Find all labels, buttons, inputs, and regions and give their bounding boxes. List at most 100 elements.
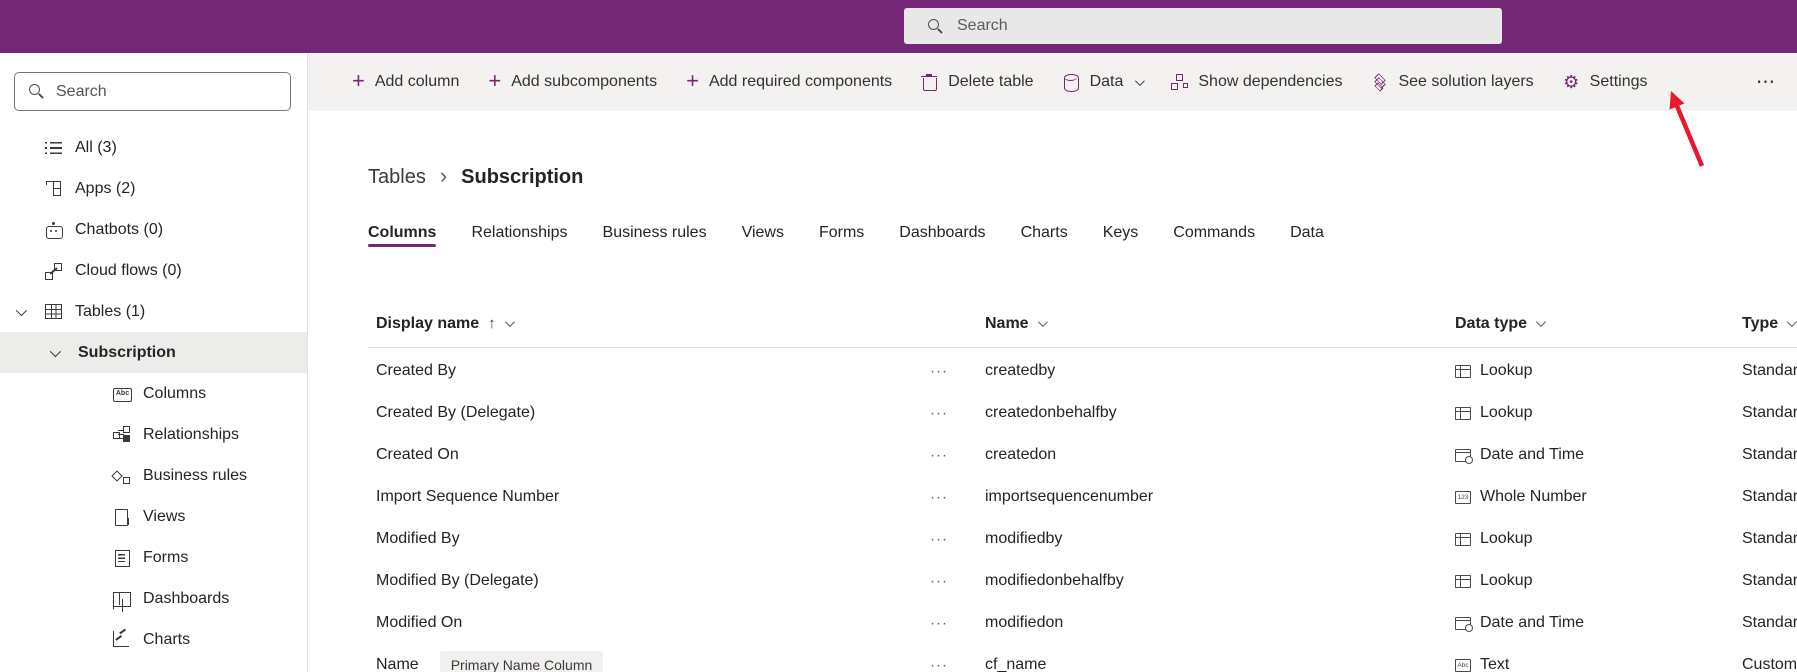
row-type: Standard [1742,362,1797,379]
header-type[interactable]: Type [1742,315,1797,333]
tree-item-label: Columns [143,384,207,402]
table-row[interactable]: Created By (Delegate) ··· createdonbehal… [368,392,1797,434]
table-row[interactable]: Modified By ··· modifiedby Lookup Standa… [368,518,1797,560]
see-solution-layers-button[interactable]: See solution layers [1371,73,1534,92]
sidebar-search-input[interactable]: Search [14,72,291,111]
text-column-icon [113,385,132,402]
row-more-button[interactable]: ··· [930,657,948,672]
tab-keys[interactable]: Keys [1103,223,1139,247]
row-type: Standard [1742,488,1797,505]
tab-dashboards[interactable]: Dashboards [899,223,985,247]
global-search-placeholder: Search [957,17,1008,34]
sidebar-search-placeholder: Search [56,82,107,100]
table-row[interactable]: Created On ··· createdon Date and Time S… [368,434,1797,476]
add-required-components-label: Add required components [708,73,893,90]
settings-button[interactable]: ⚙ Settings [1563,73,1648,91]
relationships-icon [113,426,130,443]
tree-item-business-rules[interactable]: Business rules [0,455,307,496]
data-dropdown-button[interactable]: Data [1063,73,1146,92]
tree-item-forms[interactable]: Forms [0,537,307,578]
tree-item-views[interactable]: Views [0,496,307,537]
tree-item-label: Charts [143,630,191,648]
columns-table-header: Display name ↑ Name Data type Type [368,300,1797,348]
chevron-down-icon[interactable] [49,345,62,358]
row-name: modifiedonbehalfby [985,572,1124,589]
show-dependencies-button[interactable]: Show dependencies [1171,73,1342,91]
apps-icon [45,180,62,197]
tree-item-subscription[interactable]: Subscription [0,332,307,373]
table-row[interactable]: Modified On ··· modifiedon Date and Time… [368,602,1797,644]
tree-item-relationships[interactable]: Relationships [0,414,307,455]
row-type: Standard [1742,572,1797,589]
chevron-down-icon [1787,317,1797,328]
tree-item-dashboards[interactable]: Dashboards [0,578,307,619]
row-data-type: Date and Time [1455,614,1584,632]
row-more-button[interactable]: ··· [930,531,948,548]
more-commands-button[interactable]: ⋯ [1756,71,1777,94]
row-more-button[interactable]: ··· [930,573,948,590]
row-more-button[interactable]: ··· [930,363,948,380]
tab-business-rules[interactable]: Business rules [603,223,707,247]
header-name[interactable]: Name [985,315,1048,333]
sidebar-item-apps[interactable]: Apps (2) [0,168,307,209]
row-type: Custom [1742,656,1797,672]
delete-table-button[interactable]: Delete table [921,73,1034,91]
row-display-name[interactable]: Modified On [376,614,462,632]
add-column-button[interactable]: + Add column [352,67,460,93]
charts-icon [113,631,130,648]
sidebar-item-label: Tables (1) [75,302,146,320]
global-search-input[interactable]: Search [904,8,1502,44]
tab-forms[interactable]: Forms [819,223,864,247]
row-more-button[interactable]: ··· [930,489,948,506]
sidebar-item-all[interactable]: All (3) [0,127,307,168]
tab-columns[interactable]: Columns [368,223,437,247]
table-row[interactable]: Import Sequence Number ··· importsequenc… [368,476,1797,518]
lookup-icon [1455,406,1471,420]
row-more-button[interactable]: ··· [930,615,948,632]
row-display-name[interactable]: Modified By [376,530,460,548]
row-display-name[interactable]: Import Sequence Number [376,488,559,506]
row-data-type: Lookup [1455,572,1533,590]
plus-icon: + [352,67,365,93]
row-display-name[interactable]: Created By (Delegate) [376,404,535,422]
tab-commands[interactable]: Commands [1173,223,1255,247]
row-type: Standard [1742,446,1797,463]
row-more-button[interactable]: ··· [930,405,948,422]
row-display-name[interactable]: Created By [376,362,456,380]
breadcrumb-tables-link[interactable]: Tables [368,166,426,189]
row-data-type: Date and Time [1455,446,1584,464]
tab-charts[interactable]: Charts [1021,223,1068,247]
tab-views[interactable]: Views [742,223,784,247]
add-column-label: Add column [374,73,460,90]
datetime-icon [1455,448,1473,464]
sidebar-item-tables[interactable]: Tables (1) [0,291,307,332]
table-row[interactable]: Created By ··· createdby Lookup Standard [368,350,1797,392]
row-display-name[interactable]: Created On [376,446,459,464]
tree-item-label: Subscription [78,343,176,361]
row-more-button[interactable]: ··· [930,447,948,464]
tab-data[interactable]: Data [1290,223,1324,247]
sort-ascending-icon: ↑ [488,315,496,332]
header-data-type[interactable]: Data type [1455,315,1546,333]
tree-item-label: Relationships [143,425,240,443]
views-icon [113,508,130,526]
sidebar-item-chatbots[interactable]: Chatbots (0) [0,209,307,250]
lookup-icon [1455,574,1471,588]
tab-relationships[interactable]: Relationships [471,223,567,247]
add-subcomponents-button[interactable]: + Add subcomponents [488,69,657,91]
tree-item-charts[interactable]: Charts [0,619,307,660]
sidebar-item-cloud-flows[interactable]: Cloud flows (0) [0,250,307,291]
see-solution-layers-label: See solution layers [1398,73,1534,90]
sidebar-item-label: Cloud flows (0) [75,261,182,279]
row-display-name[interactable]: Name Primary Name Column [376,651,604,672]
row-display-name[interactable]: Modified By (Delegate) [376,572,539,590]
row-name: cf_name [985,656,1047,672]
search-icon [928,18,943,34]
chevron-down-icon[interactable] [15,304,28,317]
header-display-name[interactable]: Display name ↑ [376,315,515,333]
table-row[interactable]: Name Primary Name Column ··· cf_name Tex… [368,644,1797,672]
tree-item-columns[interactable]: Columns [0,373,307,414]
table-row[interactable]: Modified By (Delegate) ··· modifiedonbeh… [368,560,1797,602]
settings-label: Settings [1589,73,1648,90]
add-required-components-button[interactable]: + Add required components [686,69,893,91]
